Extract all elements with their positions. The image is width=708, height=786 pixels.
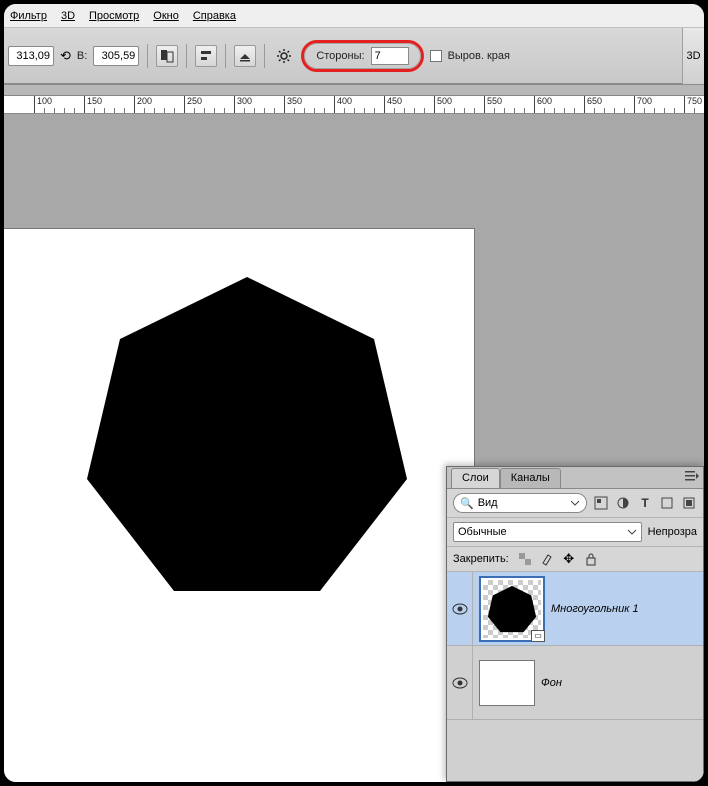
align-edges-label: Выров. края [448,50,510,62]
layer-kind-select[interactable]: 🔍 Вид [453,493,587,513]
blend-mode-label: Обычные [458,526,507,538]
panel-menu-icon[interactable] [685,470,699,485]
shape-fill-button[interactable] [156,45,178,67]
lock-label: Закрепить: [453,553,509,565]
align-edges-checkbox[interactable] [430,50,442,62]
height-readout[interactable] [93,46,139,66]
blend-mode-select[interactable]: Обычные [453,522,642,542]
tab-channels[interactable]: Каналы [500,468,561,488]
lock-pixels-icon[interactable] [539,551,555,567]
horizontal-ruler: 1001502002503003504004505005506006507007… [4,95,704,113]
arrange-button[interactable] [234,45,256,67]
panel-tabs: Слои Каналы [447,467,703,489]
visibility-toggle[interactable] [447,572,473,645]
layer-name[interactable]: Фон [541,677,562,689]
gear-button[interactable] [273,45,295,67]
height-label: В: [77,50,87,62]
menu-window[interactable]: Окно [153,10,179,22]
menu-filter[interactable]: Фильтр [10,10,47,22]
work-area: Слои Каналы 🔍 Вид T Обычные [4,114,704,782]
layers-panel: Слои Каналы 🔍 Вид T Обычные [446,466,704,782]
search-icon: 🔍 [460,497,474,510]
separator [264,44,265,68]
separator [225,44,226,68]
heptagon-shape[interactable] [82,269,412,599]
lock-all-icon[interactable] [583,551,599,567]
eye-icon [452,603,468,615]
menu-bar: Фильтр 3D Просмотр Окно Справка [4,4,704,28]
shape-badge-icon: ▭ [531,630,545,642]
menu-review[interactable]: Просмотр [89,10,139,22]
sides-label: Стороны: [316,50,364,62]
align-button[interactable] [195,45,217,67]
menu-help[interactable]: Справка [193,10,236,22]
separator [147,44,148,68]
layer-list: ▭ Многоугольник 1 Фон [447,572,703,781]
layer-name[interactable]: Многоугольник 1 [551,603,639,615]
ruler-bar: 1001502002503003504004505005506006507007… [4,84,704,114]
layer-row-background[interactable]: Фон [447,646,703,720]
filter-pixel-icon[interactable] [593,495,609,511]
lock-transparent-icon[interactable] [517,551,533,567]
layer-thumbnail[interactable]: ▭ [479,576,545,642]
eye-icon [452,677,468,689]
document-canvas[interactable] [4,229,474,786]
tab-layers[interactable]: Слои [451,468,500,488]
sides-input[interactable] [371,47,409,65]
panel-filter-row: 🔍 Вид T [447,489,703,518]
filter-type-icons: T [593,495,697,511]
layer-thumbnail[interactable] [479,660,535,706]
filter-adjust-icon[interactable] [615,495,631,511]
3d-button[interactable]: 3D [682,28,704,84]
filter-smart-icon[interactable] [681,495,697,511]
separator [186,44,187,68]
visibility-toggle[interactable] [447,646,473,719]
lock-position-icon[interactable]: ✥ [561,551,577,567]
chevron-down-icon [627,527,637,537]
panel-blend-row: Обычные Непрозра [447,518,703,547]
layer-row-polygon[interactable]: ▭ Многоугольник 1 [447,572,703,646]
opacity-label: Непрозра [648,526,697,538]
link-icon[interactable]: ⟲ [60,48,71,64]
layer-kind-label: Вид [478,497,498,509]
sides-group-highlight: Стороны: [301,40,423,72]
menu-3d[interactable]: 3D [61,10,75,22]
panel-lock-row: Закрепить: ✥ [447,547,703,572]
options-bar: ⟲ В: Стороны: Выров. края 3D [4,28,704,84]
filter-shape-icon[interactable] [659,495,675,511]
chevron-down-icon [570,498,580,508]
filter-type-icon[interactable]: T [637,495,653,511]
width-readout[interactable] [8,46,54,66]
